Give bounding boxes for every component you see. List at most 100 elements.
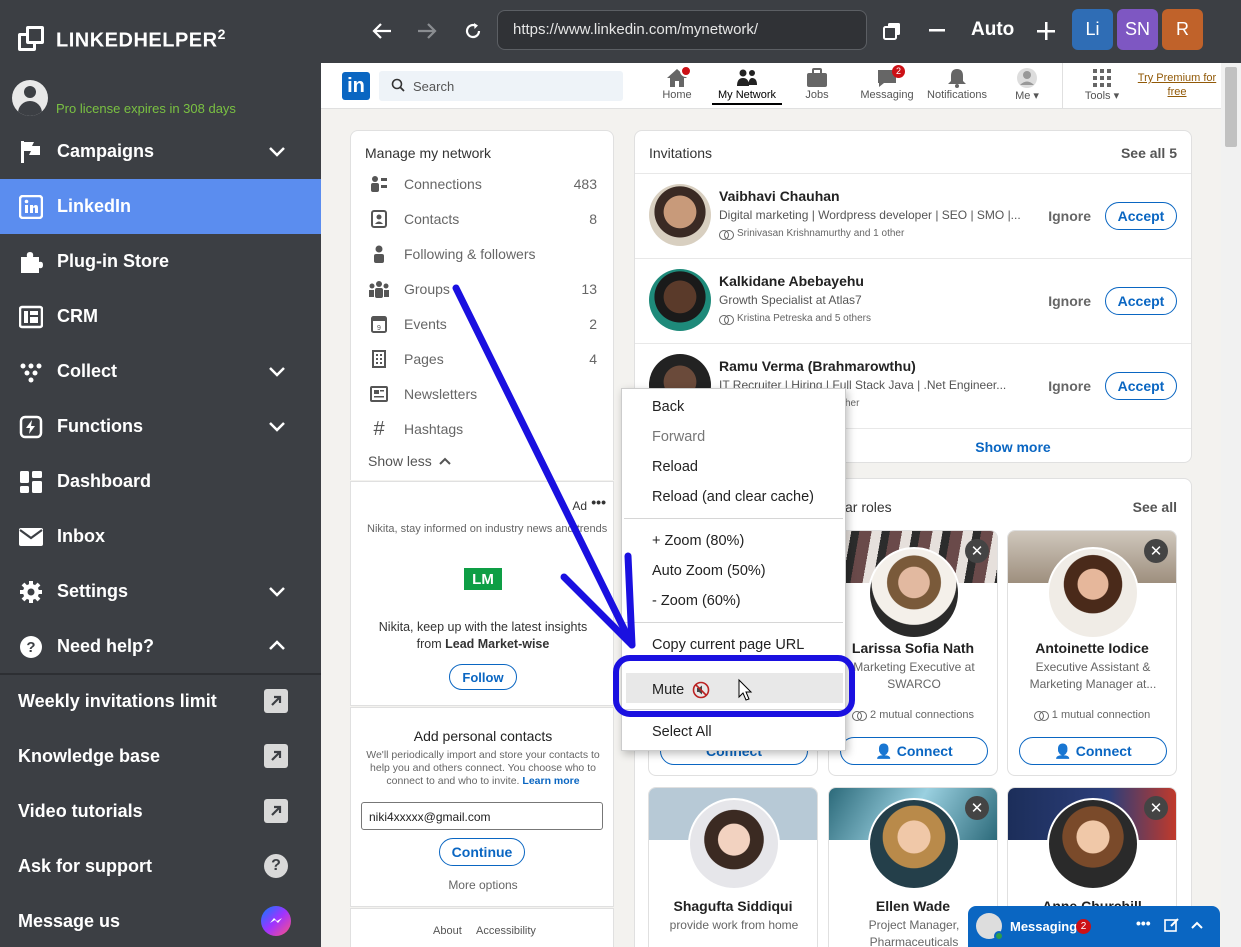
profile-li[interactable]: Li	[1072, 9, 1113, 50]
avatar[interactable]	[1047, 798, 1139, 890]
reload-icon[interactable]	[460, 18, 486, 44]
zoom-level[interactable]: Auto	[971, 19, 1014, 41]
profile-sn[interactable]: SN	[1117, 9, 1158, 50]
nav-linkedin[interactable]: LinkedIn	[0, 179, 321, 234]
link-message-us[interactable]: Message us	[0, 894, 321, 947]
briefcase-icon	[782, 67, 852, 89]
accept-button[interactable]: Accept	[1105, 287, 1177, 315]
copy-tab-icon[interactable]	[879, 18, 905, 44]
menu-mute[interactable]: Mute	[652, 681, 710, 699]
suggestion-name[interactable]: Antoinette Iodice	[1008, 640, 1176, 656]
menu-forward[interactable]: Forward	[652, 429, 705, 445]
suggestion-name[interactable]: Larissa Sofia Nath	[829, 640, 997, 656]
page-scrollbar[interactable]	[1221, 63, 1241, 947]
nav-jobs[interactable]: Jobs	[782, 67, 852, 101]
suggestion-name[interactable]: Shagufta Siddiqui	[649, 898, 817, 914]
search-input[interactable]: Search	[379, 71, 623, 101]
zoom-in-icon[interactable]	[1033, 18, 1059, 44]
avatar[interactable]	[1047, 547, 1139, 639]
messaging-bar[interactable]: Messaging 2 •••	[968, 906, 1220, 947]
compose-icon[interactable]	[1164, 917, 1180, 938]
show-less-button[interactable]: Show less	[368, 453, 452, 469]
menu-auto-zoom[interactable]: Auto Zoom (50%)	[652, 563, 766, 579]
nav-me[interactable]: Me ▾	[992, 67, 1062, 102]
ignore-button[interactable]: Ignore	[1048, 293, 1091, 309]
link-ask-for-support[interactable]: Ask for support ?	[0, 839, 321, 894]
see-all-invitations-link[interactable]: See all 5	[1121, 145, 1177, 161]
ad-tag: Ad	[572, 499, 587, 513]
nav-crm[interactable]: CRM	[0, 289, 321, 344]
ignore-button[interactable]: Ignore	[1048, 378, 1091, 394]
back-arrow-icon[interactable]	[369, 18, 395, 44]
manage-row-contacts[interactable]: Contacts 8	[369, 209, 597, 229]
nav-home[interactable]: Home	[642, 65, 712, 101]
avatar[interactable]	[868, 798, 960, 890]
dismiss-icon[interactable]: ✕	[1144, 539, 1168, 563]
nav-functions[interactable]: Functions	[0, 399, 321, 454]
menu-select-all[interactable]: Select All	[652, 724, 712, 740]
manage-row-groups[interactable]: Groups 13	[369, 279, 597, 299]
connect-button[interactable]: 👤 Connect	[840, 737, 988, 765]
user-avatar-icon[interactable]	[12, 80, 48, 116]
menu-reload[interactable]: Reload	[652, 459, 698, 475]
try-premium-link[interactable]: Try Premium for free	[1137, 71, 1217, 99]
link-weekly-invitations-limit[interactable]: Weekly invitations limit	[0, 674, 321, 729]
menu-copy-url[interactable]: Copy current page URL	[652, 637, 804, 653]
manage-row-connections[interactable]: Connections 483	[369, 174, 597, 194]
learn-more-link[interactable]: Learn more	[522, 775, 579, 787]
email-field[interactable]: niki4xxxxx@gmail.com	[361, 802, 603, 830]
menu-reload-clear-cache[interactable]: Reload (and clear cache)	[652, 489, 814, 505]
avatar[interactable]	[649, 269, 711, 331]
profile-r[interactable]: R	[1162, 9, 1203, 50]
nav-my-network[interactable]: My Network	[712, 67, 782, 105]
url-bar[interactable]: https://www.linkedin.com/mynetwork/	[497, 10, 867, 50]
manage-row-following[interactable]: Following & followers	[369, 244, 597, 264]
forward-arrow-icon[interactable]	[414, 18, 440, 44]
more-options-link[interactable]: More options	[351, 878, 615, 892]
accept-button[interactable]: Accept	[1105, 372, 1177, 400]
nav-dashboard[interactable]: Dashboard	[0, 454, 321, 509]
invitation-name[interactable]: Vaibhavi Chauhan	[719, 188, 840, 204]
nav-notifications[interactable]: Notifications	[922, 67, 992, 101]
dismiss-icon[interactable]: ✕	[965, 539, 989, 563]
nav-plugin-store[interactable]: Plug-in Store	[0, 234, 321, 289]
follow-button[interactable]: Follow	[449, 664, 517, 690]
nav-campaigns[interactable]: Campaigns	[0, 124, 321, 179]
connect-button[interactable]: 👤 Connect	[1019, 737, 1167, 765]
avatar[interactable]	[649, 184, 711, 246]
link-knowledge-base[interactable]: Knowledge base	[0, 729, 321, 784]
dismiss-icon[interactable]: ✕	[965, 796, 989, 820]
avatar[interactable]	[688, 798, 780, 890]
nav-collect[interactable]: Collect	[0, 344, 321, 399]
menu-zoom-out[interactable]: - Zoom (60%)	[652, 593, 741, 609]
about-link[interactable]: About	[433, 925, 462, 937]
continue-button[interactable]: Continue	[439, 838, 525, 866]
menu-zoom-in[interactable]: + Zoom (80%)	[652, 533, 744, 549]
invitation-name[interactable]: Kalkidane Abebayehu	[719, 273, 864, 289]
accessibility-link[interactable]: Accessibility	[476, 925, 536, 937]
zoom-out-icon[interactable]	[924, 18, 950, 44]
menu-back[interactable]: Back	[652, 399, 684, 415]
nav-settings[interactable]: Settings	[0, 564, 321, 619]
link-video-tutorials[interactable]: Video tutorials	[0, 784, 321, 839]
nav-need-help[interactable]: ? Need help?	[0, 619, 321, 674]
see-all-suggestions-link[interactable]: See all	[1133, 499, 1177, 515]
linkedin-logo-icon[interactable]: in	[342, 72, 370, 100]
messaging-label: Messaging	[1010, 919, 1078, 934]
chevron-up-icon[interactable]	[1190, 918, 1204, 936]
manage-row-events[interactable]: 9 Events 2	[369, 314, 597, 334]
manage-row-pages[interactable]: Pages 4	[369, 349, 597, 369]
nav-tools[interactable]: Tools ▾	[1067, 67, 1137, 102]
nav-inbox[interactable]: Inbox	[0, 509, 321, 564]
invitation-name[interactable]: Ramu Verma (Brahmarowthu)	[719, 358, 916, 374]
avatar[interactable]	[868, 547, 960, 639]
nav-messaging[interactable]: 2 Messaging	[852, 65, 922, 101]
ignore-button[interactable]: Ignore	[1048, 208, 1091, 224]
more-options-icon[interactable]: •••	[591, 494, 606, 510]
scrollbar-thumb[interactable]	[1225, 67, 1237, 147]
manage-row-hashtags[interactable]: # Hashtags	[369, 418, 597, 440]
more-options-icon[interactable]: •••	[1136, 915, 1151, 931]
accept-button[interactable]: Accept	[1105, 202, 1177, 230]
manage-row-newsletters[interactable]: Newsletters	[369, 384, 597, 404]
dismiss-icon[interactable]: ✕	[1144, 796, 1168, 820]
